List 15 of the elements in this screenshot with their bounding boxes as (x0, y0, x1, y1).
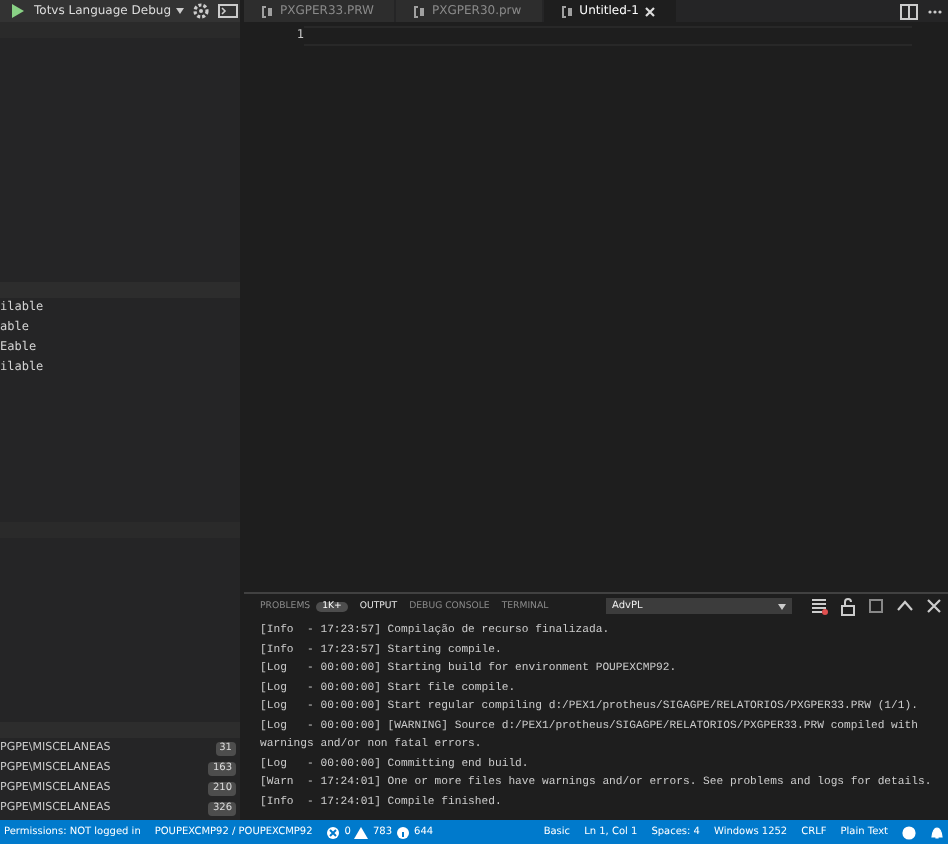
caret-icon[interactable] (778, 601, 786, 611)
warning-icon[interactable] (354, 825, 369, 839)
clear-output-icon[interactable] (810, 597, 828, 615)
lock-icon[interactable] (840, 597, 856, 615)
close-icon[interactable] (644, 5, 657, 17)
bell-icon[interactable] (930, 825, 944, 839)
caret-icon[interactable] (175, 6, 184, 16)
chevron-up-icon[interactable] (896, 598, 914, 614)
play-icon[interactable] (10, 2, 26, 20)
close-icon[interactable] (926, 598, 942, 614)
terminal-icon[interactable] (217, 2, 238, 20)
maximize-icon[interactable] (868, 598, 884, 614)
error-icon[interactable] (326, 825, 341, 839)
info-icon[interactable] (396, 825, 411, 839)
split-editor-icon[interactable] (900, 3, 918, 19)
